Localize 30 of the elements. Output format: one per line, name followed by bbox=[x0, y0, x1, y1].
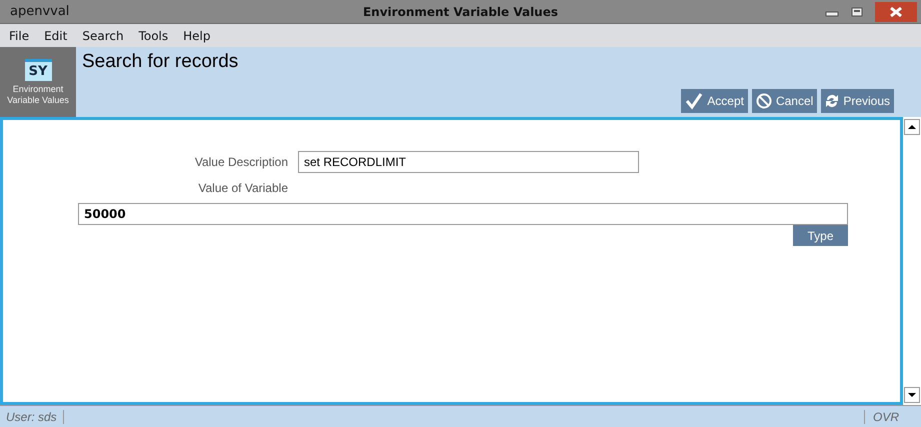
checkmark-icon bbox=[685, 92, 704, 110]
module-label: Environment Variable Values bbox=[6, 84, 70, 106]
menu-item[interactable]: Help bbox=[174, 28, 216, 42]
previous-button[interactable]: Previous bbox=[821, 89, 894, 113]
close-button[interactable] bbox=[875, 2, 917, 22]
app-name: apenvval bbox=[9, 4, 70, 19]
window-title: Environment Variable Values bbox=[362, 4, 558, 18]
cancel-icon bbox=[756, 93, 772, 109]
menu-item[interactable]: Edit bbox=[35, 28, 74, 42]
field-label: Value of Variable bbox=[197, 181, 288, 197]
scroll-down-icon[interactable] bbox=[904, 387, 920, 403]
close-icon bbox=[890, 6, 902, 16]
cancel-button[interactable]: Cancel bbox=[752, 89, 818, 113]
module-tile[interactable]: SY Environment Variable Values bbox=[0, 47, 76, 117]
scrollbar[interactable] bbox=[903, 117, 921, 405]
accept-button[interactable]: Accept bbox=[681, 89, 748, 113]
refresh-icon bbox=[825, 93, 840, 109]
menu-item[interactable]: Search bbox=[73, 28, 130, 42]
field-label: Value Description bbox=[194, 155, 288, 169]
mode-status: OVR bbox=[864, 410, 921, 424]
variable-field[interactable]: 50000 bbox=[78, 203, 848, 225]
maximize-icon[interactable] bbox=[851, 6, 863, 16]
menu-item[interactable]: File bbox=[0, 28, 36, 42]
scroll-up-icon[interactable] bbox=[904, 119, 920, 135]
module-badge: SY bbox=[24, 59, 52, 81]
page-heading: Search for records bbox=[82, 51, 240, 73]
description-field[interactable]: set RECORDLIMIT bbox=[298, 151, 639, 173]
user-status: User: sds bbox=[0, 410, 64, 424]
type-button[interactable]: Type bbox=[793, 225, 848, 246]
menu-item[interactable]: Tools bbox=[130, 28, 174, 42]
